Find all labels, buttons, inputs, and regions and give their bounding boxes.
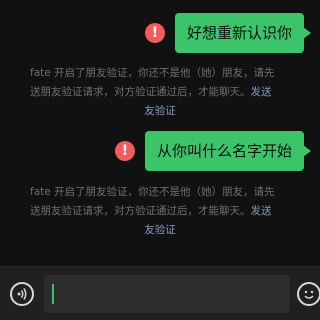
exclamation-icon[interactable]: ! bbox=[114, 141, 135, 161]
send-verification-link[interactable]: 发送 bbox=[251, 205, 272, 217]
text-cursor bbox=[52, 284, 54, 304]
notice-line: 送朋友验证请求，对方验证通过后，才能聊天。发送 bbox=[30, 202, 320, 221]
message-bubble[interactable]: 好想重新认识你 bbox=[174, 13, 312, 53]
verification-notice: fate 开启了朋友验证，你还不是他（她）朋友，请先 送朋友验证请求，对方验证通… bbox=[30, 64, 320, 121]
message-bubble[interactable]: 从你叫什么名字开始 bbox=[144, 131, 312, 171]
send-verification-link[interactable]: 发送 bbox=[251, 86, 272, 98]
notice-text: 送朋友验证请求，对方验证通过后，才能聊天。 bbox=[30, 205, 251, 217]
verification-notice: fate 开启了朋友验证，你还不是他（她）朋友，请先 送朋友验证请求，对方验证通… bbox=[30, 183, 320, 240]
notice-line: fate 开启了朋友验证，你还不是他（她）朋友，请先 bbox=[30, 67, 275, 79]
chat-screen: ! 好想重新认识你 fate 开启了朋友验证，你还不是他（她）朋友，请先 送朋友… bbox=[0, 0, 320, 320]
send-verification-link[interactable]: 友验证 bbox=[30, 102, 320, 121]
exclamation-icon[interactable]: ! bbox=[144, 23, 165, 43]
send-verification-link[interactable]: 友验证 bbox=[30, 221, 320, 240]
voice-icon[interactable] bbox=[10, 282, 34, 306]
notice-line: 送朋友验证请求，对方验证通过后，才能聊天。发送 bbox=[30, 83, 320, 102]
notice-line: fate 开启了朋友验证，你还不是他（她）朋友，请先 bbox=[30, 186, 275, 198]
notice-text: 送朋友验证请求，对方验证通过后，才能聊天。 bbox=[30, 86, 251, 98]
input-bar bbox=[0, 266, 320, 320]
emoji-icon[interactable] bbox=[297, 282, 320, 306]
message-row: ! 从你叫什么名字开始 bbox=[114, 131, 312, 171]
message-list[interactable]: ! 好想重新认识你 fate 开启了朋友验证，你还不是他（她）朋友，请先 送朋友… bbox=[0, 0, 320, 266]
message-input[interactable] bbox=[44, 275, 290, 313]
message-row: ! 好想重新认识你 bbox=[144, 13, 312, 53]
